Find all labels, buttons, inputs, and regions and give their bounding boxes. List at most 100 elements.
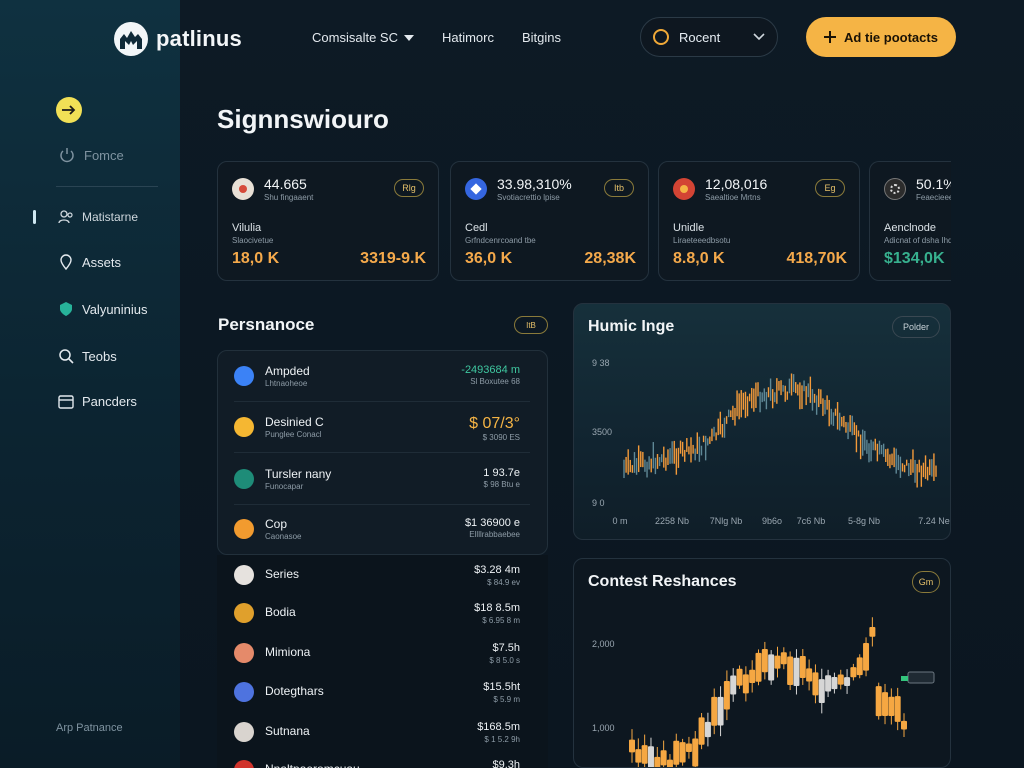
card-label-sub: Grfndcenrcoand tbe: [465, 236, 536, 245]
list-item[interactable]: Dotegthars $15.5ht $ 5.9 m: [234, 681, 520, 712]
candle-body: [749, 669, 756, 683]
candle-body: [787, 656, 794, 686]
stat-card[interactable]: 50.1% Feaecieee Aenclnode Adicnat of dsh…: [869, 161, 951, 281]
sidebar-item-matistarne[interactable]: Matistarne: [58, 209, 138, 225]
add-button-label: Ad tie pootacts: [844, 29, 938, 45]
candle-body: [799, 655, 806, 678]
asset-name: Series: [265, 567, 300, 581]
sidebar-item-teobs[interactable]: Teobs: [58, 348, 117, 364]
list-item[interactable]: Series $3.28 4m $ 84.9 ev: [234, 564, 520, 595]
brand-name: patlinus: [156, 26, 242, 51]
card-value: 44.665: [264, 176, 307, 192]
sidebar-item-valyuninius[interactable]: Valyuninius: [58, 301, 148, 317]
y-tick-label: 9 38: [592, 358, 610, 368]
candle-body: [685, 743, 692, 753]
nav-item-comsisalte[interactable]: Comsisalte SC: [312, 30, 414, 45]
card-label-sub: Adicnat of dsha Ihd: [884, 236, 951, 245]
candle-body: [692, 738, 699, 767]
card-value: 33.98,310%: [497, 176, 572, 192]
list-item[interactable]: Mimiona $7.5h $ 8 5.0 s: [234, 642, 520, 673]
sidebar-footer[interactable]: Arp Patnance: [56, 722, 123, 734]
asset-change: $ 5.9 m: [493, 695, 520, 704]
candle-body: [806, 668, 813, 682]
asset-change: $ 6.95 8 m: [482, 616, 520, 625]
top-nav: Comsisalte SC Hatimorc Bitgins: [312, 30, 561, 45]
candle-chart: 2,000 1,000: [592, 617, 935, 767]
collapse-arrow-button[interactable]: [56, 97, 82, 123]
brand-logo[interactable]: patlinus: [114, 22, 242, 56]
stat-card[interactable]: 33.98,310% Svotiacrettio lpise Itb Cedl …: [450, 161, 649, 281]
sidebar-item-pancders[interactable]: Pancders: [58, 394, 137, 409]
candle-body: [717, 696, 724, 726]
candle-body: [850, 667, 857, 678]
card-badge[interactable]: Rlg: [394, 179, 424, 197]
candle-body: [673, 740, 680, 765]
asset-value: $7.5h: [492, 642, 520, 654]
candle-body: [698, 717, 705, 745]
stat-card[interactable]: 12,08,016 Saealtioe Mrtns Eg Unidle Lira…: [658, 161, 860, 281]
chart-tooltip: [907, 671, 935, 684]
performance-title: Persnanoce: [218, 315, 315, 334]
list-item[interactable]: Cop Caonasoe $1 36900 e Ellllrabbaebee: [234, 517, 520, 547]
candle-body: [869, 627, 876, 637]
list-item[interactable]: Bodia $18 8.5m $ 6.95 8 m: [234, 602, 520, 633]
row-divider: [234, 504, 530, 505]
candle-body: [742, 674, 749, 694]
candle-body: [679, 742, 686, 763]
active-indicator: [33, 210, 36, 224]
shield-icon: [60, 302, 72, 316]
card-badge[interactable]: Itb: [604, 179, 634, 197]
list-item[interactable]: Desinied C Punglee Conacl $ 07/3° $ 3090 ES: [234, 415, 520, 445]
asset-change: $ 8 5.0 s: [489, 656, 520, 665]
asset-name: Desinied C: [265, 415, 324, 429]
asset-name: Bodia: [265, 605, 296, 619]
asset-name: Dotegthars: [265, 684, 324, 698]
list-item[interactable]: Tursler nany Funocapar 1 93.7e $ 98 Btu e: [234, 467, 520, 497]
asset-subtitle: Caonasoe: [265, 532, 302, 541]
stat-card[interactable]: 44.665 Shu fingaaent Rlg Vilulia Slaociv…: [217, 161, 439, 281]
search-icon: [59, 349, 74, 364]
asset-value: $3.28 4m: [474, 564, 520, 576]
card-badge[interactable]: Eg: [815, 179, 845, 197]
card-left-value: 36,0 K: [465, 250, 513, 267]
nav-label: Comsisalte SC: [312, 30, 398, 45]
add-products-button[interactable]: Ad tie pootacts: [806, 17, 956, 57]
sidebar-item-fomce[interactable]: Fomce: [58, 146, 124, 164]
x-tick-label: 7c6 Nb: [797, 516, 826, 526]
recent-dropdown[interactable]: Rocent: [640, 17, 778, 57]
sidebar-item-label: Teobs: [82, 348, 117, 364]
candle-body: [660, 750, 667, 766]
list-item[interactable]: Sutnana $168.5m $ 1 5.2 9h: [234, 721, 520, 752]
candle-body: [736, 668, 743, 686]
card-label: Aenclnode: [884, 222, 936, 234]
x-tick-label: 2258 Nb: [655, 516, 689, 526]
performance-badge[interactable]: ItB: [514, 316, 548, 334]
asset-value: $1 36900 e: [464, 517, 520, 529]
card-left-value: $134,0K: [884, 250, 945, 267]
sidebar-item-assets[interactable]: Assets: [58, 254, 121, 270]
card-subtitle: Feaecieee: [916, 193, 951, 202]
list-item[interactable]: Ampded Lhtnaoheoe -2493684 m Sl Boxutee 68: [234, 364, 520, 394]
card-label-sub: Slaocivetue: [232, 236, 274, 245]
arrow-right-icon: [62, 105, 76, 115]
candle-body: [774, 655, 781, 669]
sidebar-item-label: Valyuninius: [82, 301, 148, 317]
candle-body: [825, 675, 832, 692]
token-icon: [673, 178, 695, 200]
asset-subtitle: Lhtnaoheoe: [265, 379, 308, 388]
x-tick-label: 7.24 Ne: [918, 516, 950, 526]
nav-label: Bitgins: [521, 30, 562, 45]
asset-subtitle: Funocapar: [265, 482, 304, 491]
candle-body: [888, 696, 895, 717]
people-icon: [58, 210, 73, 224]
list-item[interactable]: Nnaltpaeromcuau $9.3h: [234, 759, 520, 768]
top-bar: patlinus Comsisalte SC Hatimorc Bitgins …: [0, 0, 1024, 76]
candle-body: [837, 674, 844, 685]
token-icon: [232, 178, 254, 200]
nav-item-hatimorc[interactable]: Hatimorc: [442, 30, 494, 45]
sidebar-item-label: Matistarne: [82, 210, 139, 224]
sidebar-item-label: Assets: [82, 254, 122, 270]
asset-icon: [234, 722, 254, 742]
y-tick-label: 1,000: [592, 723, 615, 733]
nav-item-bitgins[interactable]: Bitgins: [522, 30, 561, 45]
